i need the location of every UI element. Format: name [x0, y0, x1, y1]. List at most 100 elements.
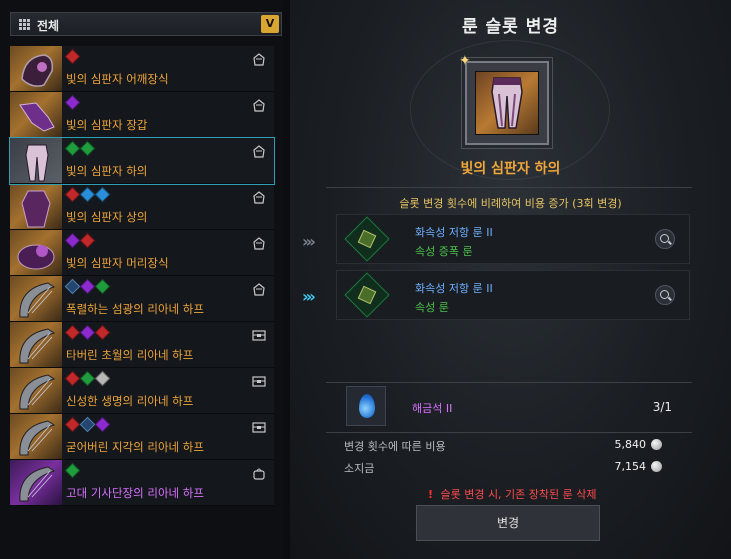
search-icon[interactable] [655, 229, 675, 249]
rune-slot[interactable]: 화속성 저항 룬 II 속성 룬 [336, 270, 690, 320]
gem-icon [64, 416, 81, 433]
rune-gems [64, 232, 96, 249]
rune-gems [64, 278, 111, 295]
gem-icon [94, 186, 111, 203]
divider [326, 382, 692, 383]
gem-icon [94, 278, 111, 295]
item-row[interactable]: 빛의 심판자 하의 [9, 137, 275, 185]
search-icon[interactable] [655, 285, 675, 305]
owned-money-row: 소지금 7,154 [344, 460, 674, 476]
helmet-icon [252, 191, 266, 204]
item-thumbnail [10, 230, 62, 275]
rune-gems [64, 186, 111, 203]
selected-item-frame: ✦ [459, 53, 549, 145]
rune-desc: 속성 증폭 룬 [415, 245, 473, 258]
owned-label: 소지금 [344, 462, 375, 475]
rune-icon [344, 272, 390, 318]
gem-icon [94, 416, 111, 433]
chest-icon [252, 421, 266, 434]
item-name: 고대 기사단장의 리아네 하프 [66, 486, 204, 500]
item-name: 신성한 생명의 리아네 하프 [66, 394, 194, 408]
rune-slot-panel: 룬 슬롯 변경 ✦ 빛의 심판자 하의 슬롯 변경 횟수에 비례하여 비용 증가… [290, 0, 731, 559]
unlock-stone-icon [346, 386, 386, 426]
warning-text: 슬롯 변경 시, 기존 장착된 룬 삭제 [440, 488, 597, 501]
material-count: 3/1 [652, 400, 672, 414]
chest-icon [252, 329, 266, 342]
gem-icon [94, 324, 111, 341]
gem-icon [64, 186, 81, 203]
item-row[interactable]: 폭렬하는 섬광의 리아네 하프 [10, 276, 274, 322]
gem-icon [64, 140, 81, 157]
item-row[interactable]: 신성한 생명의 리아네 하프 [10, 368, 274, 414]
sparkle-icon: ✦ [459, 53, 471, 69]
legs-armor-icon [475, 71, 539, 135]
item-thumbnail [10, 184, 62, 229]
change-button[interactable]: 변경 [416, 505, 600, 541]
helmet-icon [252, 145, 266, 158]
material-row: 해금석 II 3/1 [336, 384, 690, 430]
helmet-icon [252, 53, 266, 66]
item-name: 빛의 심판자 하의 [66, 164, 148, 178]
gem-icon [79, 140, 96, 157]
rune-gems [64, 416, 111, 433]
helmet-icon [252, 283, 266, 296]
warning-icon: ! [427, 488, 433, 501]
rune-desc: 속성 룬 [415, 301, 449, 314]
gem-icon [64, 232, 81, 249]
gem-icon [79, 416, 96, 433]
gem-icon [79, 370, 96, 387]
bag-icon [252, 467, 266, 480]
slot-arrow-icon: ››› [302, 287, 316, 306]
item-row[interactable]: 빛의 심판자 어깨장식 [10, 46, 274, 92]
item-name: 타버린 초월의 리아네 하프 [66, 348, 194, 362]
selected-item-name: 빛의 심판자 하의 [460, 161, 561, 177]
gem-icon [64, 370, 81, 387]
item-name: 빛의 심판자 머리장식 [66, 256, 169, 270]
owned-value: 7,154 [614, 460, 647, 473]
item-thumbnail [10, 368, 62, 413]
rune-icon [344, 216, 390, 262]
grid-icon [19, 19, 30, 30]
item-thumbnail [10, 138, 62, 183]
gem-icon [79, 324, 96, 341]
gem-icon [79, 278, 96, 295]
rune-slot[interactable]: 화속성 저항 룬 II 속성 증폭 룬 [336, 214, 690, 264]
filter-label: 전체 [37, 19, 60, 33]
gem-icon [94, 370, 111, 387]
cost-label: 변경 횟수에 따른 비용 [344, 440, 446, 453]
gem-icon [64, 278, 81, 295]
item-row[interactable]: 빛의 심판자 머리장식 [10, 230, 274, 276]
panel-title: 룬 슬롯 변경 [461, 17, 560, 37]
gem-icon [64, 462, 81, 479]
cost-row: 변경 횟수에 따른 비용 5,840 [344, 438, 674, 454]
helmet-icon [252, 99, 266, 112]
rune-gems [64, 462, 81, 479]
item-thumbnail [10, 46, 62, 91]
rune-gems [64, 370, 111, 387]
gem-icon [64, 324, 81, 341]
divider [326, 187, 692, 188]
item-list: 빛의 심판자 어깨장식 빛의 심판자 장갑빛의 심판자 하의빛의 심판자 상의빛의… [9, 46, 275, 506]
silver-coin-icon [651, 461, 662, 472]
chevron-down-icon[interactable]: V [261, 15, 279, 33]
rune-name: 화속성 저항 룬 II [415, 226, 493, 239]
material-name: 해금석 II [412, 402, 453, 415]
gem-icon [64, 94, 81, 111]
gem-icon [79, 232, 96, 249]
rune-gems [64, 48, 81, 65]
item-row[interactable]: 빛의 심판자 장갑 [10, 92, 274, 138]
item-thumbnail [10, 460, 62, 505]
item-row[interactable]: 고대 기사단장의 리아네 하프 [10, 460, 274, 506]
gem-icon [64, 48, 81, 65]
item-row[interactable]: 굳어버린 지각의 리아네 하프 [10, 414, 274, 460]
item-row[interactable]: 빛의 심판자 상의 [10, 184, 274, 230]
filter-dropdown[interactable]: 전체 V [10, 12, 282, 36]
item-row[interactable]: 타버린 초월의 리아네 하프 [10, 322, 274, 368]
item-thumbnail [10, 276, 62, 321]
rune-name: 화속성 저항 룬 II [415, 282, 493, 295]
cost-value: 5,840 [614, 438, 647, 451]
helmet-icon [252, 237, 266, 250]
item-list-panel: 전체 V 빛의 심판자 어깨장식 빛의 심판자 장갑 빛의 심판자 하의 빛의 심판자… [0, 0, 283, 559]
gem-icon [79, 186, 96, 203]
chest-icon [252, 375, 266, 388]
